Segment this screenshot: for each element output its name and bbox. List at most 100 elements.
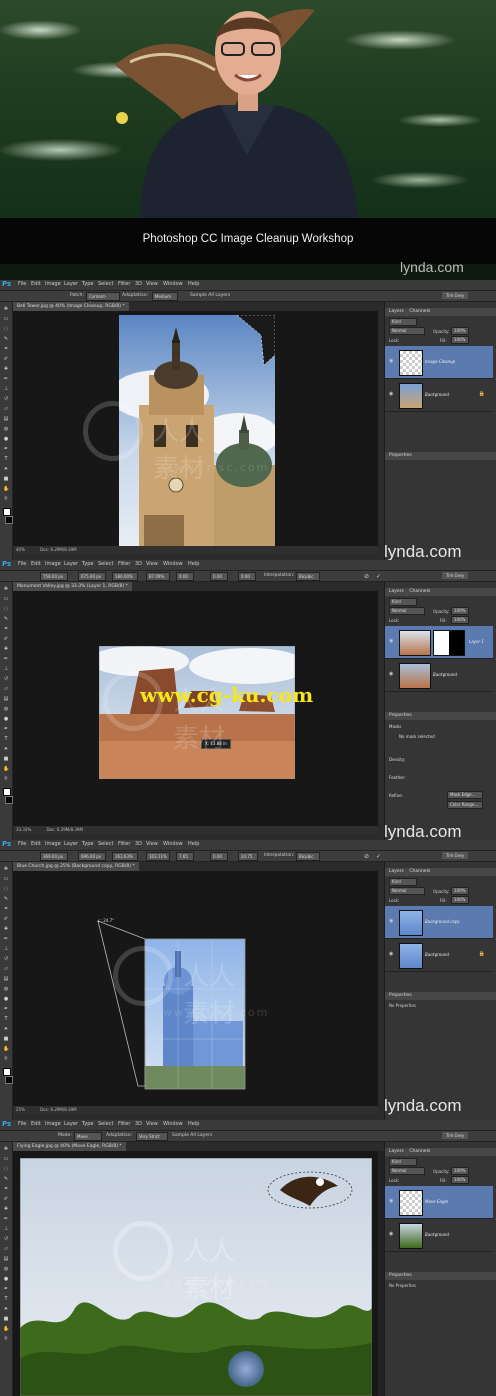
stamp-tool-icon[interactable]: ⊥ — [3, 386, 9, 392]
opacity-input[interactable]: 100% — [451, 1167, 469, 1175]
patch-tool-icon[interactable]: ✚ — [3, 926, 9, 932]
layer-row[interactable]: ◉ Background 🔒 — [385, 939, 493, 972]
zoom-level[interactable]: 40% — [16, 547, 25, 552]
menu-help[interactable]: Help — [188, 561, 199, 567]
layer-row[interactable]: ◉ Background — [385, 659, 493, 692]
hskew-input[interactable]: 0.00 — [210, 852, 228, 861]
menu-window[interactable]: Window — [163, 841, 183, 847]
eraser-tool-icon[interactable]: ▱ — [3, 406, 9, 412]
menu-filter[interactable]: Filter — [118, 561, 130, 567]
layer-row[interactable]: ◉ Layer 1 — [385, 626, 493, 659]
layer-name[interactable]: Background — [425, 392, 449, 397]
lasso-tool-icon[interactable]: ◌ — [3, 606, 9, 612]
height-input[interactable]: 103.11% — [146, 852, 170, 861]
hand-tool-icon[interactable]: ✋ — [3, 486, 9, 492]
y-input[interactable]: 696.00 px — [78, 852, 106, 861]
brush-tool-icon[interactable]: ✏ — [3, 376, 9, 382]
type-tool-icon[interactable]: T — [3, 1296, 9, 1302]
menu-file[interactable]: File — [18, 841, 26, 847]
workspace-select[interactable]: Tim Grey — [442, 292, 468, 299]
eraser-tool-icon[interactable]: ▱ — [3, 966, 9, 972]
fill-input[interactable]: 100% — [451, 336, 469, 344]
menu-image[interactable]: Image — [45, 841, 61, 847]
document-tab[interactable]: Blue Church.jpg @ 25% (Background copy, … — [13, 862, 139, 871]
fill-input[interactable]: 100% — [451, 896, 469, 904]
adaptation-select[interactable]: Medium — [152, 292, 178, 301]
y-input[interactable]: 675.00 px — [78, 572, 106, 581]
mask-edge-button[interactable]: Mask Edge... — [447, 791, 483, 799]
quick-select-tool-icon[interactable]: ✎ — [3, 896, 9, 902]
menu-edit[interactable]: Edit — [31, 281, 41, 287]
move-tool-icon[interactable]: ✥ — [3, 586, 9, 592]
menu-window[interactable]: Window — [163, 561, 183, 567]
workspace-select[interactable]: Tim Grey — [442, 1132, 468, 1139]
workspace-select[interactable]: Tim Grey — [442, 852, 468, 859]
vskew-input[interactable]: 24.75 — [238, 852, 258, 861]
zoom-level[interactable]: 25% — [16, 1107, 25, 1112]
photoshop-app-icon[interactable]: Ps — [2, 1120, 11, 1128]
blend-mode-select[interactable]: Normal — [389, 887, 425, 895]
menu-help[interactable]: Help — [188, 1121, 199, 1127]
menu-3d[interactable]: 3D — [135, 281, 142, 287]
fill-input[interactable]: 100% — [451, 616, 469, 624]
foreground-color-swatch[interactable] — [3, 788, 11, 796]
interpolation-select[interactable]: Bicubic — [296, 852, 320, 861]
dodge-tool-icon[interactable]: ● — [3, 996, 9, 1002]
foreground-color-swatch[interactable] — [3, 508, 11, 516]
eyedropper-tool-icon[interactable]: ✐ — [3, 356, 9, 362]
menu-file[interactable]: File — [18, 561, 26, 567]
type-tool-icon[interactable]: T — [3, 1016, 9, 1022]
brush-tool-icon[interactable]: ✏ — [3, 656, 9, 662]
patch-tool-icon[interactable]: ✚ — [3, 646, 9, 652]
layer-row[interactable]: ◉ Background — [385, 1219, 493, 1252]
menu-edit[interactable]: Edit — [31, 561, 41, 567]
layer-name[interactable]: Background copy — [425, 919, 460, 924]
blur-tool-icon[interactable]: ◍ — [3, 426, 9, 432]
stamp-tool-icon[interactable]: ⊥ — [3, 1226, 9, 1232]
crop-tool-icon[interactable]: ⌗ — [3, 906, 9, 912]
menu-select[interactable]: Select — [98, 561, 113, 567]
dodge-tool-icon[interactable]: ● — [3, 1276, 9, 1282]
zoom-level[interactable]: 33.33% — [16, 827, 31, 832]
layer-name[interactable]: Move Eagle — [425, 1199, 448, 1204]
hand-tool-icon[interactable]: ✋ — [3, 1046, 9, 1052]
move-tool-icon[interactable]: ✥ — [3, 866, 9, 872]
lasso-tool-icon[interactable]: ◌ — [3, 326, 9, 332]
gradient-tool-icon[interactable]: ▤ — [3, 1256, 9, 1262]
pen-tool-icon[interactable]: ✒ — [3, 446, 9, 452]
menu-type[interactable]: Type — [82, 281, 93, 287]
dodge-tool-icon[interactable]: ● — [3, 436, 9, 442]
channels-tab[interactable]: Channels — [409, 309, 430, 314]
layer-row[interactable]: ◉ Background copy — [385, 906, 493, 939]
visibility-eye-icon[interactable]: ◉ — [389, 358, 393, 364]
sample-all-layers-checkbox[interactable]: Sample All Layers — [172, 1133, 212, 1138]
move-tool-icon[interactable]: ✥ — [3, 306, 9, 312]
document-tab[interactable]: Monument Valley.jpg @ 33.3% (Layer 1, RG… — [13, 582, 132, 591]
crop-tool-icon[interactable]: ⌗ — [3, 626, 9, 632]
menu-layer[interactable]: Layer — [64, 841, 78, 847]
interpolation-select[interactable]: Bicubic — [296, 572, 320, 581]
opacity-input[interactable]: 100% — [451, 607, 469, 615]
layers-tab[interactable]: Layers — [389, 309, 404, 314]
eraser-tool-icon[interactable]: ▱ — [3, 1246, 9, 1252]
menu-edit[interactable]: Edit — [31, 1121, 41, 1127]
patch-tool-icon[interactable]: ✚ — [3, 366, 9, 372]
angle-input[interactable]: 7.65 — [176, 852, 194, 861]
channels-tab[interactable]: Channels — [409, 1149, 430, 1154]
channels-tab[interactable]: Channels — [409, 869, 430, 874]
history-brush-tool-icon[interactable]: ↺ — [3, 1236, 9, 1242]
document-canvas[interactable]: X: 13.88 in 人人素材 www.cg-ku.com — [13, 591, 378, 826]
fill-input[interactable]: 100% — [451, 1176, 469, 1184]
document-canvas[interactable]: 人人素材 www.rr-sc.com — [13, 1151, 378, 1396]
menu-filter[interactable]: Filter — [118, 281, 130, 287]
brush-tool-icon[interactable]: ✏ — [3, 936, 9, 942]
eraser-tool-icon[interactable]: ▱ — [3, 686, 9, 692]
menu-window[interactable]: Window — [163, 281, 183, 287]
mode-select[interactable]: Move — [74, 1132, 102, 1141]
workspace-select[interactable]: Tim Grey — [442, 572, 468, 579]
filter-kind-select[interactable]: Kind — [389, 318, 417, 326]
layer-name[interactable]: Image Cleanup — [425, 359, 455, 364]
history-brush-tool-icon[interactable]: ↺ — [3, 956, 9, 962]
menu-image[interactable]: Image — [45, 281, 61, 287]
sample-all-layers-checkbox[interactable]: Sample All Layers — [190, 293, 230, 298]
